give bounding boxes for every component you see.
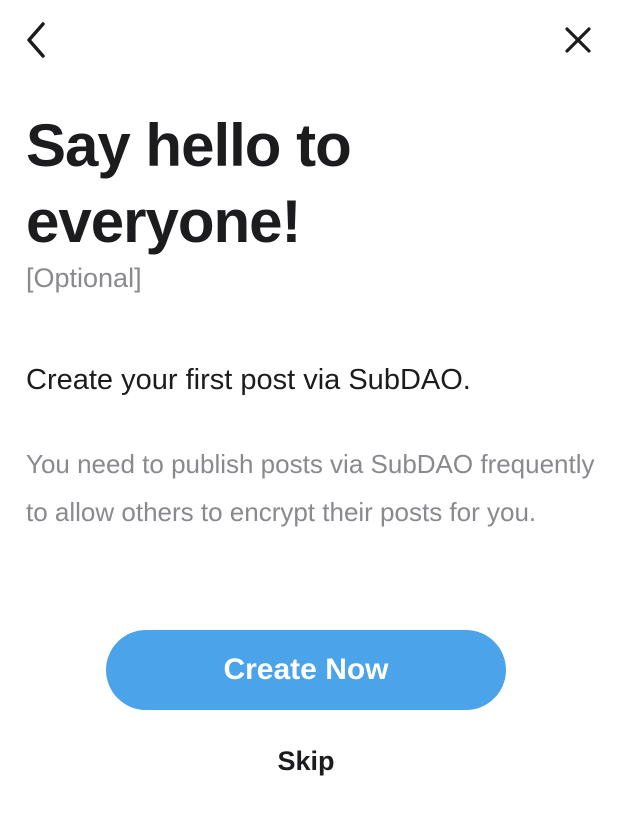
close-button[interactable] xyxy=(556,18,600,62)
create-now-button[interactable]: Create Now xyxy=(106,630,506,710)
close-icon xyxy=(565,27,591,53)
skip-link[interactable]: Skip xyxy=(0,746,612,777)
optional-label: [Optional] xyxy=(26,263,142,293)
subtitle: Create your first post via SubDAO. xyxy=(26,364,471,396)
page-title: Say hello to everyone! xyxy=(26,112,352,255)
description-text: You need to publish posts via SubDAO fre… xyxy=(26,449,595,527)
chevron-left-icon xyxy=(27,22,45,58)
back-button[interactable] xyxy=(14,18,58,62)
